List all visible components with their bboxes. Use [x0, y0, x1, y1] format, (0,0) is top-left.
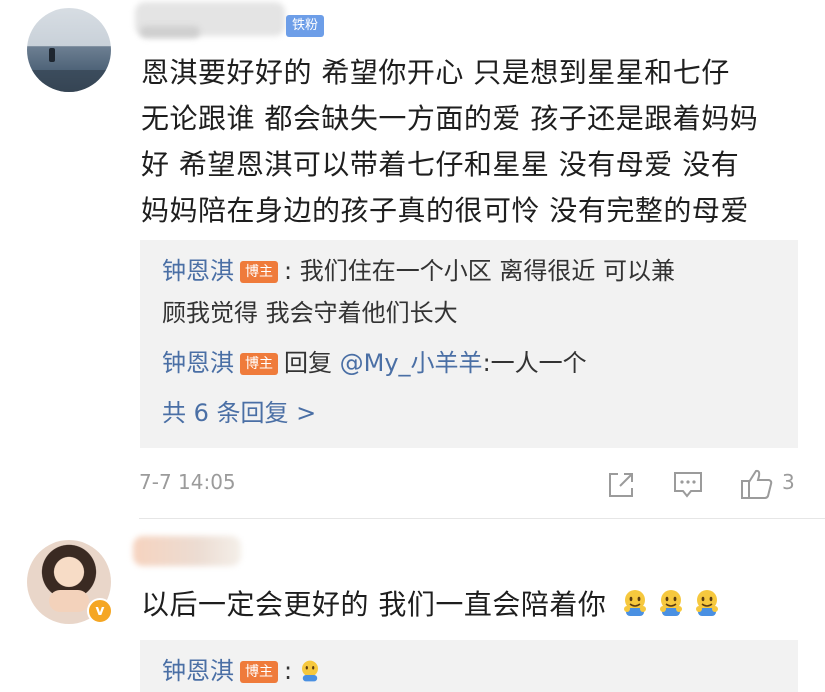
- hug-emoji-icon: [624, 590, 647, 616]
- reply-item[interactable]: 钟恩淇 博主:: [162, 654, 322, 688]
- reply-box: 钟恩淇 博主:: [140, 640, 798, 692]
- hug-emoji-icon: [302, 660, 319, 682]
- comment-text-line: 好 希望恩淇可以带着七仔和星星 没有母爱 没有: [141, 148, 740, 181]
- verified-badge: v: [87, 598, 113, 624]
- reply-text: :: [284, 657, 293, 685]
- comment-text-line: 以后一定会更好的 我们一直会陪着你: [141, 582, 722, 628]
- share-icon[interactable]: [607, 471, 635, 499]
- divider: [139, 518, 825, 519]
- reply-box: 钟恩淇 博主: 我们住在一个小区 离得很近 可以兼 顾我觉得 我会守着他们长大 钟…: [140, 240, 798, 448]
- reply-prefix: 回复: [284, 349, 340, 377]
- blurred-username-detail: [140, 26, 200, 38]
- hug-emoji-icon: [696, 590, 719, 616]
- like-icon[interactable]: [740, 468, 774, 500]
- host-badge: 博主: [240, 661, 278, 683]
- hug-emoji-icon: [660, 590, 683, 616]
- reply-text: :一人一个: [482, 349, 587, 377]
- reply-text-continued: 顾我觉得 我会守着他们长大: [162, 299, 458, 327]
- fan-badge: 铁粉: [286, 15, 325, 37]
- reply-username[interactable]: 钟恩淇: [162, 257, 234, 285]
- like-count: 3: [782, 470, 795, 494]
- avatar-hands: [49, 590, 89, 612]
- mention-link[interactable]: @My_小羊羊: [340, 349, 483, 377]
- avatar-figure: [49, 48, 55, 62]
- comment-icon[interactable]: [673, 471, 703, 499]
- reply-item[interactable]: 钟恩淇 博主 回复 @My_小羊羊:一人一个: [162, 346, 587, 380]
- host-badge: 博主: [240, 353, 278, 375]
- more-replies-link[interactable]: 共 6 条回复 >: [162, 396, 316, 430]
- avatar[interactable]: [27, 8, 111, 92]
- reply-text: : 我们住在一个小区 离得很近 可以兼: [284, 257, 675, 285]
- timestamp: 7-7 14:05: [139, 470, 236, 494]
- reply-username[interactable]: 钟恩淇: [162, 349, 234, 377]
- comment-text-line: 无论跟谁 都会缺失一方面的爱 孩子还是跟着妈妈: [141, 102, 759, 135]
- host-badge: 博主: [240, 261, 278, 283]
- comment-text: 以后一定会更好的 我们一直会陪着你: [141, 588, 607, 621]
- reply-item[interactable]: 钟恩淇 博主 : 我们住在一个小区 离得很近 可以兼: [162, 254, 675, 288]
- comment-text-line: 妈妈陪在身边的孩子真的很可怜 没有完整的母爱: [141, 194, 749, 227]
- avatar-shore: [27, 70, 111, 92]
- blurred-username: [133, 536, 241, 566]
- reply-username[interactable]: 钟恩淇: [162, 657, 234, 685]
- comment-text-line: 恩淇要好好的 希望你开心 只是想到星星和七仔: [141, 56, 730, 89]
